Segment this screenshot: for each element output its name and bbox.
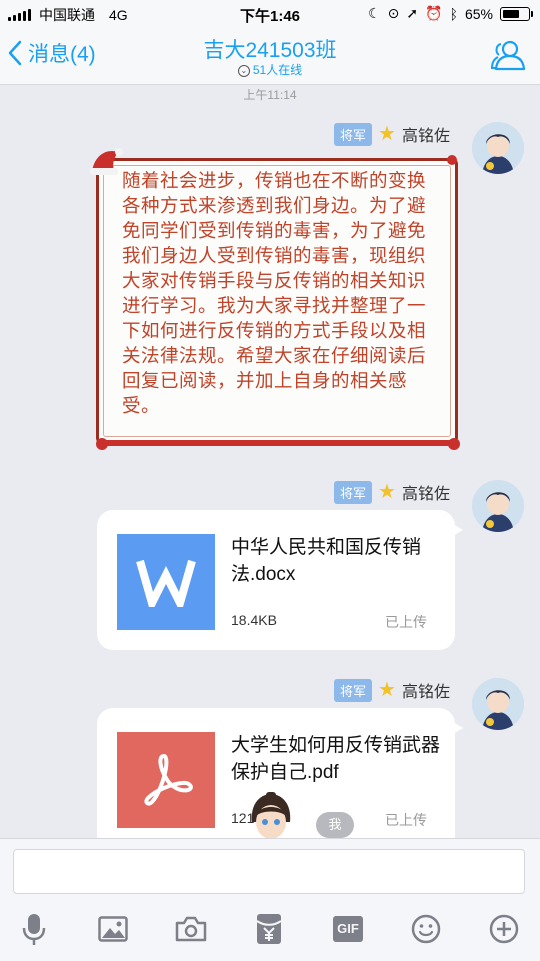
- alarm-icon: ⏰: [425, 5, 443, 21]
- camera-button[interactable]: [171, 909, 211, 949]
- online-status[interactable]: ⌄ 51人在线: [0, 61, 540, 78]
- online-count: 51人在线: [252, 63, 303, 77]
- corner-ornament-icon: [447, 155, 457, 165]
- page-title[interactable]: 吉大241503班: [0, 34, 540, 64]
- input-toolbar: GIF: [0, 909, 540, 949]
- star-icon: ★: [378, 123, 396, 145]
- sender-name[interactable]: 高铭佐: [402, 678, 450, 702]
- word-doc-icon: [117, 534, 215, 630]
- sender-row: 将军 ★ 高铭佐: [334, 678, 450, 702]
- voice-button[interactable]: [14, 909, 54, 949]
- image-icon: [98, 916, 128, 942]
- message-input[interactable]: [13, 849, 525, 894]
- sender-name[interactable]: 高铭佐: [402, 480, 450, 504]
- input-area: GIF: [0, 838, 540, 961]
- me-badge[interactable]: 我: [316, 812, 354, 838]
- card-message[interactable]: 随着社会进步，传销也在不断的变换各种方式来渗透到我们身边。为了避免同学们受到传销…: [90, 148, 460, 452]
- avatar[interactable]: [472, 678, 524, 730]
- title-badge: 将军: [334, 122, 373, 146]
- file-name: 大学生如何用反传销武器保护自己.pdf: [231, 735, 441, 783]
- plus-icon: [489, 914, 519, 944]
- camera-icon: [175, 916, 207, 942]
- gif-icon: GIF: [333, 916, 363, 942]
- gif-button[interactable]: GIF: [328, 909, 368, 949]
- moon-icon: ☾: [368, 5, 381, 21]
- file-message[interactable]: 中华人民共和国反传销法.docx 18.4KB 已上传: [97, 510, 463, 650]
- image-button[interactable]: [93, 909, 133, 949]
- file-name: 中华人民共和国反传销法.docx: [231, 537, 422, 585]
- location-icon: ➚: [406, 5, 419, 21]
- star-icon: ★: [378, 481, 396, 503]
- avatar-image: [472, 678, 524, 730]
- my-avatar-image: [251, 792, 291, 839]
- nav-header: 消息(4) 吉大241503班 ⌄ 51人在线: [0, 28, 540, 85]
- battery-percent: 65%: [464, 5, 493, 22]
- battery-icon: [500, 6, 533, 21]
- sender-name[interactable]: 高铭佐: [402, 122, 450, 146]
- my-avatar[interactable]: [246, 792, 296, 840]
- avatar-image: [472, 480, 524, 532]
- upload-status: 已上传: [385, 812, 427, 828]
- avatar-image: [472, 122, 524, 174]
- microphone-icon: [22, 914, 46, 945]
- bluetooth-icon: ᛒ: [449, 5, 458, 22]
- avatar[interactable]: [472, 122, 524, 174]
- emoji-button[interactable]: [406, 909, 446, 949]
- message-timestamp: 上午11:14: [243, 88, 297, 102]
- upload-status: 已上传: [385, 614, 427, 630]
- group-members-button[interactable]: [490, 38, 526, 77]
- title-badge: 将军: [334, 678, 373, 702]
- star-icon: ★: [378, 679, 396, 701]
- emoji-icon: [411, 914, 441, 944]
- contacts-icon: [490, 40, 526, 71]
- sender-row: 将军 ★ 高铭佐: [334, 122, 450, 146]
- ribbon-decoration: [96, 438, 460, 450]
- pdf-icon: [117, 732, 215, 828]
- file-size: 18.4KB: [231, 612, 277, 628]
- chevron-down-icon: ⌄: [237, 64, 250, 77]
- status-bar: 中国联通 4G 下午1:46 ☾ ⊙ ➚ ⏰ ᛒ 65%: [0, 0, 540, 28]
- more-button[interactable]: [484, 909, 524, 949]
- lock-rotation-icon: ⊙: [387, 5, 400, 21]
- sender-row: 将军 ★ 高铭佐: [334, 480, 450, 504]
- red-packet-button[interactable]: [249, 909, 289, 949]
- avatar[interactable]: [472, 480, 524, 532]
- red-packet-icon: [256, 914, 282, 944]
- card-text: 随着社会进步，传销也在不断的变换各种方式来渗透到我们身边。为了避免同学们受到传销…: [122, 170, 427, 416]
- title-badge: 将军: [334, 480, 373, 504]
